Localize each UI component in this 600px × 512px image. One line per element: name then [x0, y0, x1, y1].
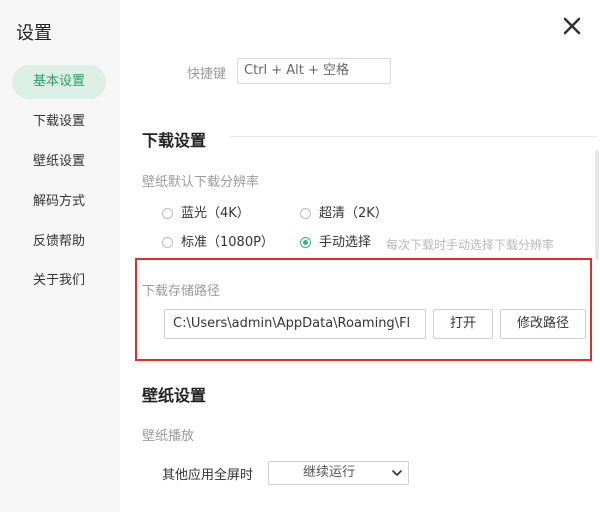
radio-bluray-4k[interactable]: 蓝光（4K）: [162, 204, 250, 224]
change-path-button[interactable]: 修改路径: [500, 309, 586, 339]
radio-circle: [162, 237, 173, 248]
chevron-down-icon: [392, 470, 402, 476]
sidebar: 设置 基本设置 下载设置 壁纸设置 解码方式 反馈帮助 关于我们: [0, 0, 120, 512]
manual-select-hint: 每次下载时手动选择下载分辨率: [386, 238, 555, 252]
shortcut-label: 快捷键: [187, 67, 227, 82]
radio-uhd-2k[interactable]: 超清（2K）: [300, 204, 388, 224]
download-section-title: 下载设置: [142, 131, 207, 150]
sidebar-item-about-us[interactable]: 关于我们: [12, 264, 106, 298]
select-value: 继续运行: [302, 465, 355, 480]
radio-circle: [300, 208, 311, 219]
radio-circle: [162, 208, 173, 219]
section-divider: [230, 136, 598, 137]
fullscreen-label: 其他应用全屏时: [162, 468, 254, 483]
resolution-label: 壁纸默认下载分辨率: [142, 175, 260, 190]
radio-label: 手动选择: [319, 235, 372, 250]
wallpaper-section-title: 壁纸设置: [142, 386, 207, 405]
fullscreen-behavior-select[interactable]: 继续运行: [268, 461, 409, 485]
radio-label: 蓝光（4K）: [181, 206, 250, 221]
sidebar-item-feedback-help[interactable]: 反馈帮助: [12, 225, 106, 259]
radio-label: 超清（2K）: [319, 206, 388, 221]
sidebar-item-wallpaper-settings[interactable]: 壁纸设置: [12, 145, 106, 179]
scrollbar[interactable]: [595, 150, 599, 260]
download-path-label: 下载存储路径: [142, 284, 221, 299]
radio-manual-select[interactable]: 手动选择: [300, 233, 371, 253]
radio-label: 标准（1080P）: [181, 235, 274, 250]
settings-content: 快捷键 Ctrl + Alt + 空格 下载设置 壁纸默认下载分辨率 蓝光（4K…: [120, 0, 600, 512]
sidebar-item-download-settings[interactable]: 下载设置: [12, 105, 106, 139]
sidebar-item-basic-settings[interactable]: 基本设置: [12, 65, 106, 99]
window-title: 设置: [16, 23, 52, 44]
radio-standard-1080p[interactable]: 标准（1080P）: [162, 233, 274, 253]
shortcut-input[interactable]: Ctrl + Alt + 空格: [237, 58, 391, 84]
sidebar-item-decode-mode[interactable]: 解码方式: [12, 185, 106, 219]
open-folder-button[interactable]: 打开: [433, 309, 493, 339]
download-path-input[interactable]: C:\Users\admin\AppData\Roaming\Fl: [164, 309, 426, 339]
wallpaper-playback-label: 壁纸播放: [142, 429, 195, 444]
radio-circle: [300, 237, 311, 248]
